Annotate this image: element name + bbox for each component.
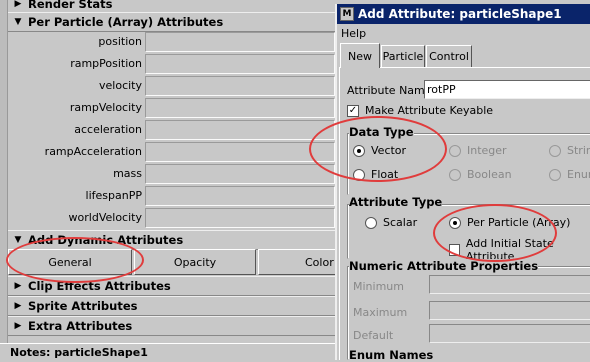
minimum-label: Minimum — [353, 280, 404, 293]
radio-icon — [449, 168, 461, 181]
highlight-ellipse — [6, 237, 144, 283]
collapsed-arrow-icon: ▶ — [14, 0, 22, 9]
radio-scalar[interactable]: Scalar — [365, 216, 417, 229]
checkmark-icon: ✓ — [347, 104, 359, 117]
attr-field[interactable] — [145, 142, 335, 162]
tab-control[interactable]: Control — [426, 45, 472, 67]
radio-icon — [449, 144, 461, 157]
attr-field[interactable] — [145, 76, 335, 96]
notes-bar[interactable]: Notes: particleShape1 — [0, 343, 335, 360]
radio-enum[interactable]: Enum — [549, 168, 590, 181]
collapsed-arrow-icon: ▶ — [14, 321, 22, 331]
menu-bar: Help — [337, 25, 590, 42]
tab-particle[interactable]: Particle — [381, 45, 425, 67]
radio-string[interactable]: String — [549, 144, 590, 157]
attr-field[interactable] — [145, 120, 335, 140]
attr-row: rampPosition — [8, 53, 335, 75]
tab-new[interactable]: New — [340, 43, 380, 68]
section-sprite[interactable]: ▶ Sprite Attributes — [8, 296, 335, 316]
menu-help[interactable]: Help — [341, 27, 366, 40]
default-field[interactable] — [429, 324, 590, 343]
vertical-scrollbar[interactable] — [0, 0, 8, 360]
maximum-field[interactable] — [429, 301, 590, 320]
section-per-particle[interactable]: ▼ Per Particle (Array) Attributes — [8, 12, 335, 32]
attribute-type-title: Attribute Type — [349, 195, 443, 209]
attr-field[interactable] — [145, 186, 335, 206]
maya-window-icon: M — [340, 7, 354, 21]
attr-field[interactable] — [145, 98, 335, 118]
attr-row: position — [8, 31, 335, 53]
attr-row: lifespanPP — [8, 185, 335, 207]
collapsed-arrow-icon: ▶ — [14, 301, 22, 311]
attr-row: rampVelocity — [8, 97, 335, 119]
highlight-ellipse — [433, 204, 557, 262]
default-label: Default — [353, 329, 394, 342]
attr-field[interactable] — [145, 164, 335, 184]
attr-row: acceleration — [8, 119, 335, 141]
radio-icon — [549, 144, 561, 157]
dialog-title-bar[interactable]: M Add Attribute: particleShape1 — [337, 4, 590, 24]
section-extra[interactable]: ▶ Extra Attributes — [8, 316, 335, 336]
attr-field[interactable] — [145, 208, 335, 228]
radio-integer[interactable]: Integer — [449, 144, 507, 157]
make-keyable-checkbox[interactable]: ✓ Make Attribute Keyable — [347, 104, 493, 117]
attribute-editor-panel: ▶ Render Stats ▼ Per Particle (Array) At… — [0, 0, 382, 360]
attr-field[interactable] — [145, 32, 335, 52]
attr-row: rampAcceleration — [8, 141, 335, 163]
radio-icon — [549, 168, 561, 181]
opacity-button[interactable]: Opacity — [134, 249, 256, 275]
collapsed-arrow-icon: ▶ — [14, 281, 22, 291]
attribute-name-input[interactable]: rotPP — [424, 80, 590, 99]
radio-icon — [365, 216, 377, 229]
maximum-label: Maximum — [353, 306, 408, 319]
expanded-arrow-icon: ▼ — [14, 17, 22, 27]
attribute-name-label: Attribute Name — [347, 84, 432, 97]
attr-row: velocity — [8, 75, 335, 97]
attr-row: mass — [8, 163, 335, 185]
attr-field[interactable] — [145, 54, 335, 74]
highlight-ellipse — [309, 116, 447, 182]
attr-row: worldVelocity — [8, 207, 335, 229]
add-attribute-dialog: M Add Attribute: particleShape1 Help New… — [309, 4, 590, 362]
minimum-field[interactable] — [429, 275, 590, 294]
radio-boolean[interactable]: Boolean — [449, 168, 512, 181]
